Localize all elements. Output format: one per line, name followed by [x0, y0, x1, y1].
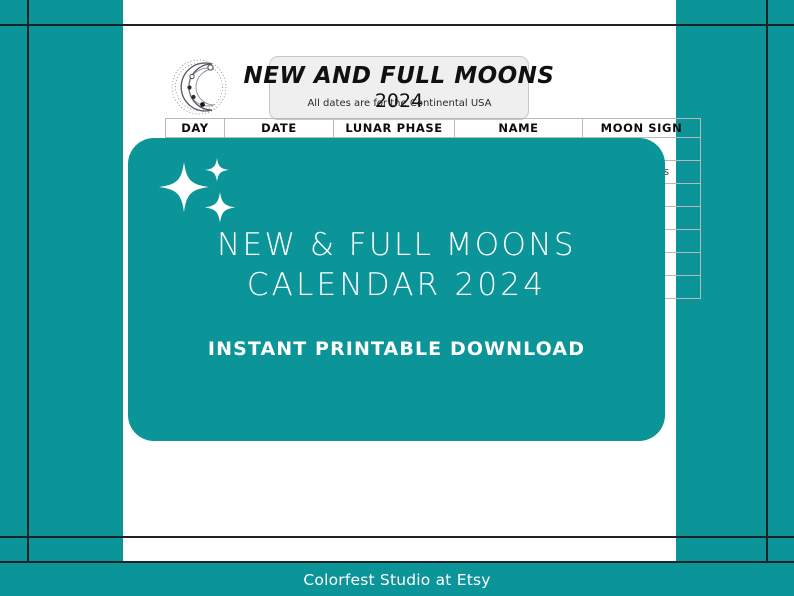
column-header-lunar-phase: LUNAR PHASE	[333, 118, 455, 138]
promo-title-line1: NEW & FULL MOONS	[216, 227, 577, 263]
column-header-moon-sign: MOON SIGN	[582, 118, 701, 138]
sheet-subtitle: All dates are for the Continental USA	[307, 98, 492, 109]
promo-overlay-card: NEW & FULL MOONS CALENDAR 2024 INSTANT P…	[128, 138, 665, 441]
promo-subtitle: INSTANT PRINTABLE DOWNLOAD	[207, 338, 586, 360]
listing-mockup-canvas: NEW AND FULL MOONS 2024 All dates are fo…	[0, 0, 794, 596]
table-header-row: DAY DATE LUNAR PHASE NAME MOON SIGN	[165, 118, 701, 138]
sparkles-icon	[158, 156, 240, 230]
title-plate: NEW AND FULL MOONS 2024	[244, 56, 554, 120]
promo-title-line2: CALENDAR 2024	[246, 266, 547, 303]
column-header-name: NAME	[454, 118, 583, 138]
guide-line-top	[0, 24, 794, 26]
sheet-title: NEW AND FULL MOONS	[243, 63, 555, 89]
guide-line-right	[766, 0, 768, 563]
promo-title: NEW & FULL MOONS CALENDAR 2024	[128, 226, 665, 305]
shop-credit: Colorfest Studio at Etsy	[303, 570, 491, 589]
column-header-day: DAY	[165, 118, 225, 138]
footer-bar: Colorfest Studio at Etsy	[0, 563, 794, 596]
guide-line-left	[27, 0, 29, 563]
column-header-date: DATE	[224, 118, 334, 138]
guide-line-bottom	[0, 536, 794, 538]
